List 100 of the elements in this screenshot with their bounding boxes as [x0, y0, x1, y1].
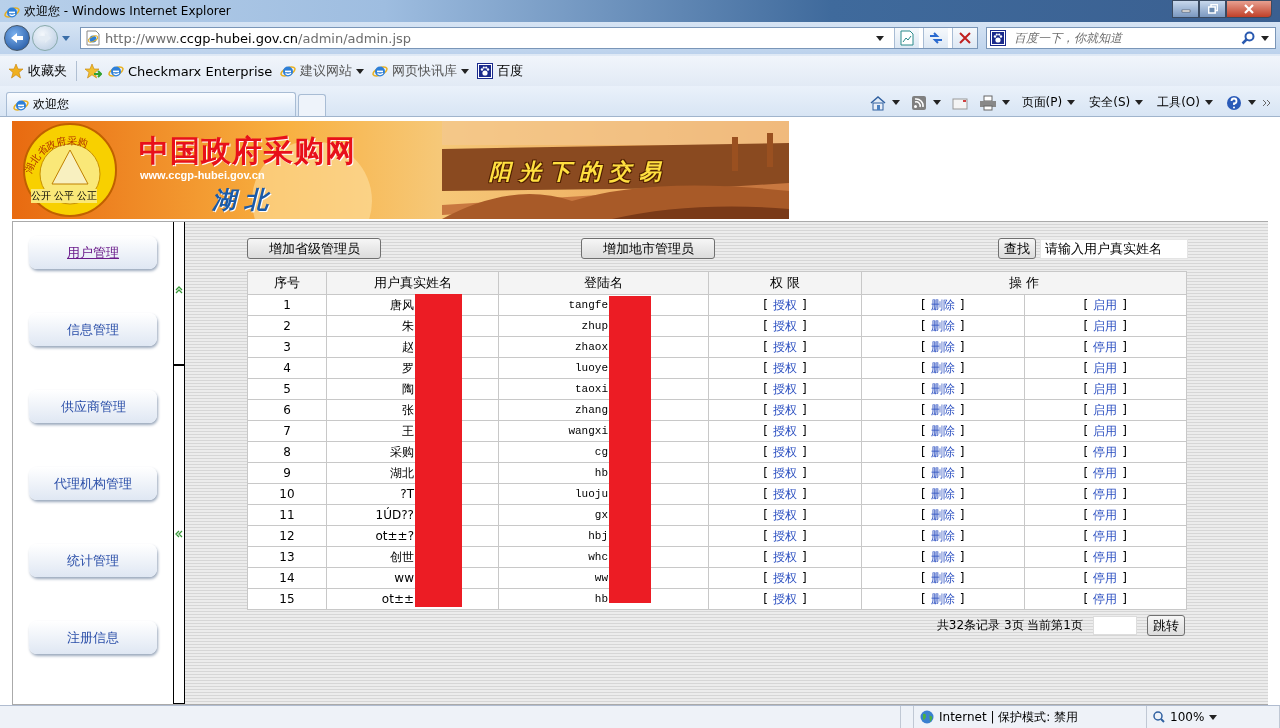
toggle-status-link[interactable]: 停用	[1093, 528, 1118, 543]
delete-link[interactable]: 删除	[930, 549, 955, 564]
grant-link[interactable]: 授权	[773, 591, 797, 606]
double-up-arrow-icon[interactable]	[175, 286, 183, 294]
grant-link[interactable]: 授权	[773, 444, 797, 459]
page-number-field[interactable]	[1093, 616, 1137, 635]
grant-link[interactable]: 授权	[773, 318, 797, 333]
toggle-status-link[interactable]: 停用	[1093, 465, 1118, 480]
zoom-icon[interactable]	[1153, 711, 1165, 723]
search-box[interactable]: 百度一下，你就知道	[986, 27, 1276, 49]
emblem-motto: 公开 公平 公正	[31, 189, 98, 203]
grant-link[interactable]: 授权	[773, 360, 797, 375]
stop-button[interactable]	[952, 28, 977, 48]
add-admin-button[interactable]: 增加地市管理员	[581, 238, 715, 259]
sidebar-item[interactable]: 用户管理	[29, 236, 157, 269]
toggle-status-link[interactable]: 停用	[1093, 486, 1118, 501]
delete-link[interactable]: 删除	[930, 528, 955, 543]
grant-link[interactable]: 授权	[773, 339, 797, 354]
grant-link[interactable]: 授权	[773, 507, 797, 522]
address-bar[interactable]: http://www.ccgp-hubei.gov.cn/admin/admin.jsp	[80, 27, 978, 49]
bracket-mark: ]	[1122, 318, 1127, 333]
favorite-link[interactable]: 百度	[475, 62, 526, 80]
toggle-status-link[interactable]: 停用	[1093, 444, 1118, 459]
restore-button[interactable]	[1199, 0, 1226, 18]
sidebar-item[interactable]: 供应商管理	[29, 390, 157, 423]
double-left-arrow-icon[interactable]	[175, 530, 183, 538]
delete-link[interactable]: 删除	[930, 381, 955, 396]
favorite-link[interactable]: Checkmarx Enterprise	[106, 63, 275, 79]
sidebar-item[interactable]: 统计管理	[29, 544, 157, 577]
delete-link[interactable]: 删除	[930, 297, 955, 312]
delete-link[interactable]: 删除	[930, 486, 955, 501]
security-zone: Internet | 保护模式: 禁用	[939, 708, 1079, 726]
browser-tab[interactable]: 欢迎您	[6, 92, 296, 116]
toggle-status-link[interactable]: 启用	[1093, 297, 1118, 312]
back-button[interactable]	[4, 25, 30, 51]
close-icon	[1244, 4, 1254, 14]
grant-link[interactable]: 授权	[773, 297, 797, 312]
bracket-mark: [	[1083, 402, 1089, 417]
compatibility-view-button[interactable]	[894, 28, 919, 48]
toggle-status-link[interactable]: 停用	[1093, 591, 1118, 606]
delete-link[interactable]: 删除	[930, 444, 955, 459]
delete-link[interactable]: 删除	[930, 360, 955, 375]
bracket-mark: ]	[802, 360, 807, 375]
bracket-mark: [	[763, 486, 768, 501]
grant-link[interactable]: 授权	[773, 423, 797, 438]
bracket-mark: ]	[1122, 297, 1127, 312]
bracket-mark: [	[921, 444, 926, 459]
column-header: 序号	[247, 271, 327, 295]
delete-link[interactable]: 删除	[930, 507, 955, 522]
grant-link[interactable]: 授权	[773, 528, 797, 543]
sidebar-item[interactable]: 信息管理	[29, 313, 157, 346]
add-favorite-icon[interactable]	[84, 63, 102, 79]
delete-link[interactable]: 删除	[930, 465, 955, 480]
delete-link[interactable]: 删除	[930, 339, 955, 354]
toggle-status-link[interactable]: 停用	[1093, 339, 1118, 354]
grant-link[interactable]: 授权	[773, 402, 797, 417]
recent-pages-button[interactable]	[60, 35, 72, 41]
minimize-button[interactable]	[1172, 0, 1199, 18]
toggle-status-link[interactable]: 启用	[1093, 360, 1118, 375]
toggle-status-link[interactable]: 启用	[1093, 423, 1118, 438]
delete-link[interactable]: 删除	[930, 423, 955, 438]
favorite-link[interactable]: 网页快讯库	[370, 62, 472, 80]
close-button[interactable]	[1226, 0, 1272, 18]
bracket-mark: [	[1083, 381, 1089, 396]
bracket-mark: ]	[1122, 486, 1127, 501]
toggle-status-link[interactable]: 启用	[1093, 318, 1118, 333]
command-menu[interactable]: 工具(O)	[1151, 94, 1219, 111]
caret-icon[interactable]	[1209, 714, 1218, 720]
sidebar-item[interactable]: 注册信息	[29, 621, 157, 654]
grant-link[interactable]: 授权	[773, 570, 797, 585]
toggle-status-link[interactable]: 启用	[1093, 402, 1118, 417]
grant-link[interactable]: 授权	[773, 549, 797, 564]
add-admin-button[interactable]: 增加省级管理员	[247, 238, 381, 259]
toggle-status-link[interactable]: 停用	[1093, 570, 1118, 585]
search-icon[interactable]	[1241, 31, 1255, 45]
delete-link[interactable]: 删除	[930, 318, 955, 333]
favorites-button[interactable]: 收藏夹	[6, 62, 69, 80]
grant-link[interactable]: 授权	[773, 465, 797, 480]
zoom-level[interactable]: 100%	[1170, 710, 1205, 724]
bracket-mark: ]	[802, 465, 807, 480]
delete-link[interactable]: 删除	[930, 402, 955, 417]
refresh-button[interactable]	[923, 28, 948, 48]
search-button[interactable]: 查找	[998, 238, 1036, 259]
delete-link[interactable]: 删除	[930, 570, 955, 585]
toggle-status-link[interactable]: 停用	[1093, 507, 1118, 522]
toggle-status-link[interactable]: 停用	[1093, 549, 1118, 564]
caret-icon[interactable]	[1261, 35, 1269, 41]
favorite-link[interactable]: 建议网站	[278, 62, 367, 80]
jump-button[interactable]: 跳转	[1147, 615, 1185, 636]
toggle-status-link[interactable]: 启用	[1093, 381, 1118, 396]
delete-link[interactable]: 删除	[930, 591, 955, 606]
command-menu[interactable]: 页面(P)	[1015, 94, 1082, 111]
chevron-icon[interactable]	[1262, 98, 1272, 107]
grant-link[interactable]: 授权	[773, 381, 797, 396]
splitter-bar[interactable]	[173, 222, 185, 704]
command-menu[interactable]: 安全(S)	[1083, 94, 1150, 111]
caret-icon[interactable]	[876, 35, 884, 41]
sidebar-item[interactable]: 代理机构管理	[29, 467, 157, 500]
name-search-field[interactable]: 请输入用户真实姓名	[1040, 238, 1188, 259]
grant-link[interactable]: 授权	[773, 486, 797, 501]
